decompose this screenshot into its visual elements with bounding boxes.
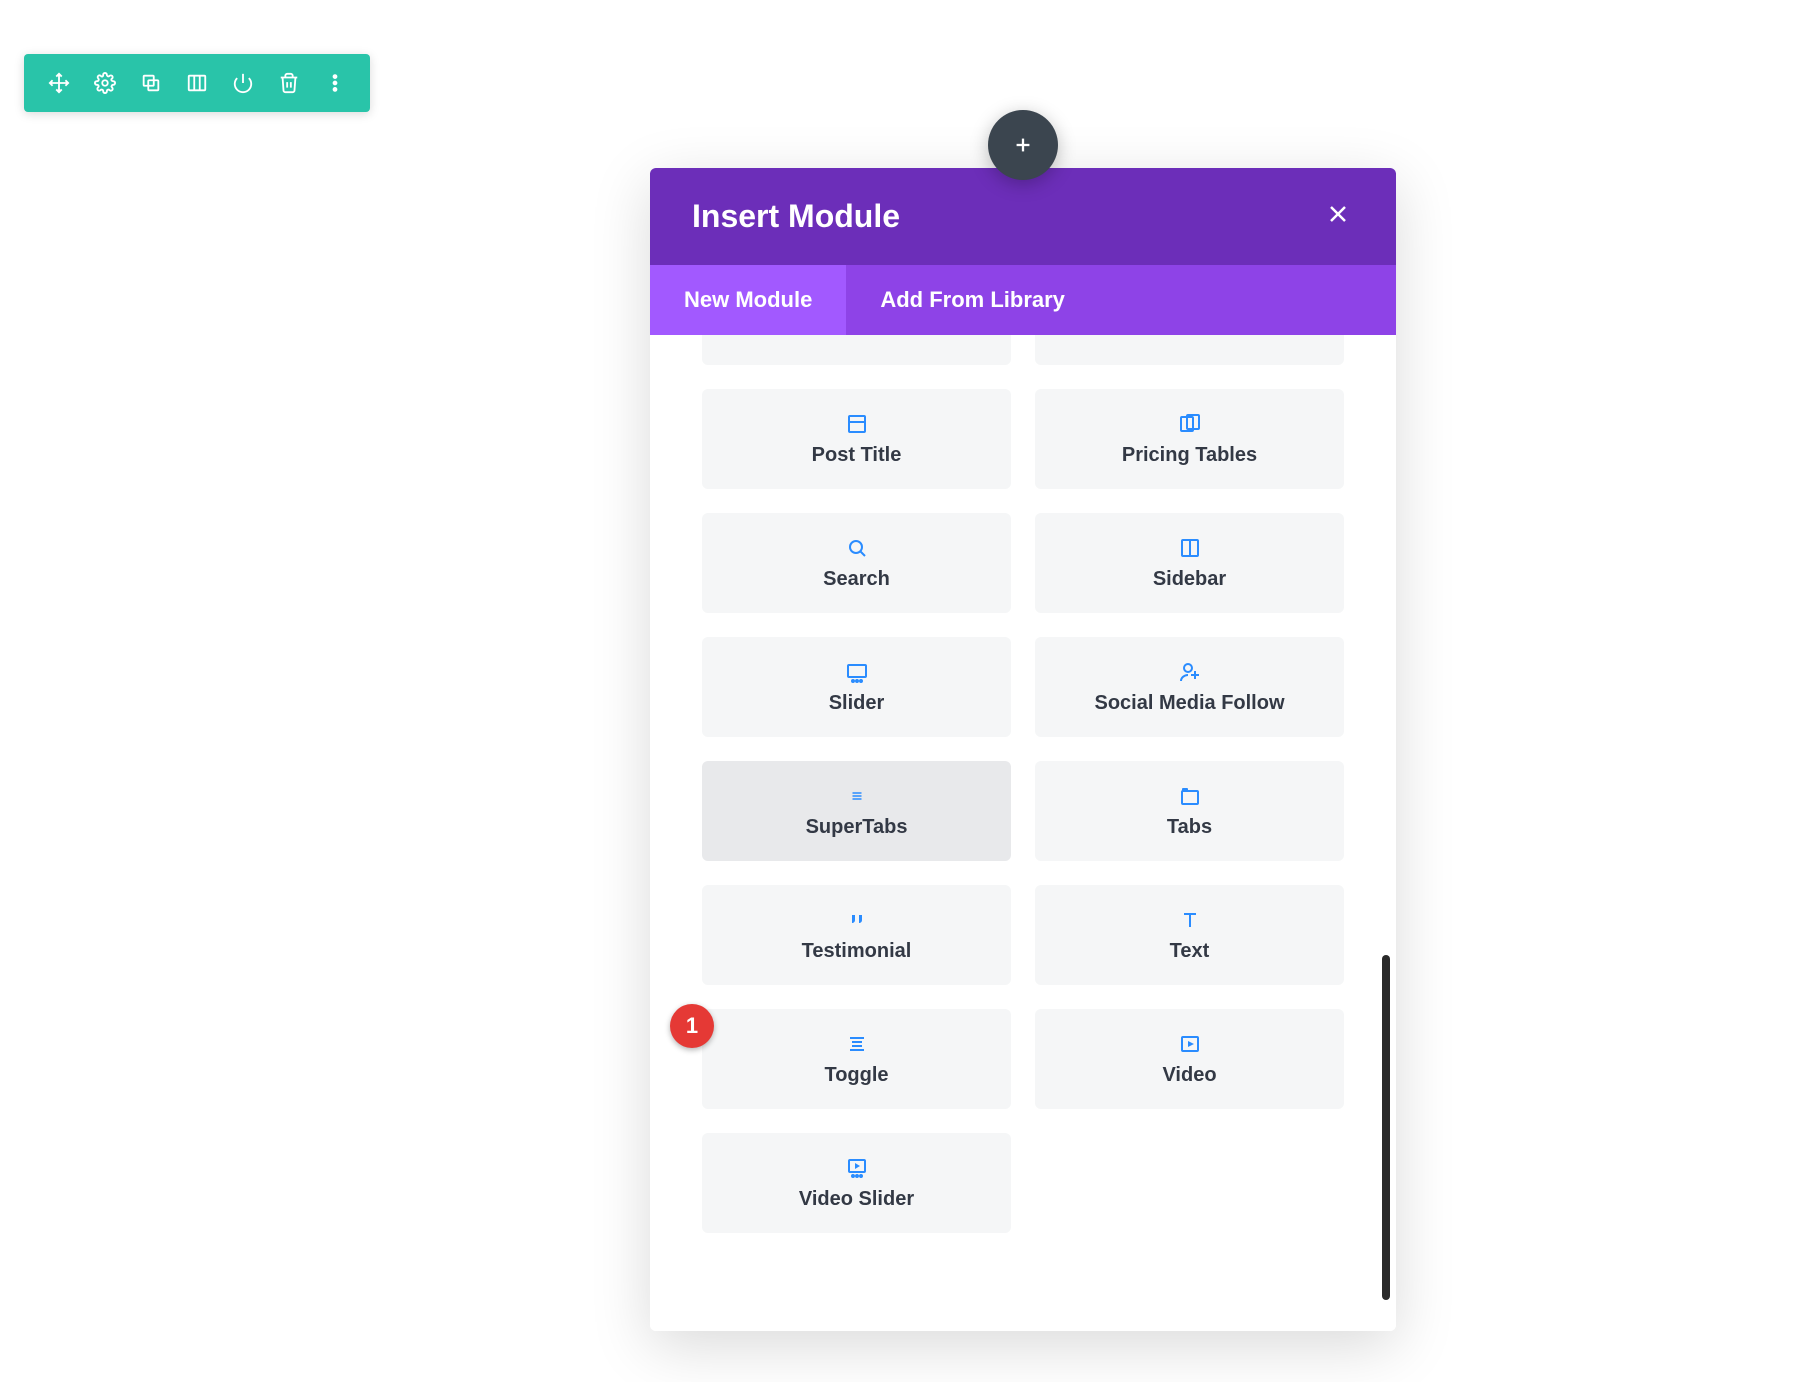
power-icon[interactable] (228, 68, 258, 98)
modal-body: Post Navigation Post Slider Post Title P… (650, 335, 1396, 1331)
insert-module-modal: Insert Module New Module Add From Librar… (650, 168, 1396, 1331)
social-follow-icon (1178, 660, 1202, 684)
module-post-navigation[interactable]: Post Navigation (702, 335, 1011, 365)
gear-icon[interactable] (90, 68, 120, 98)
tab-new-module[interactable]: New Module (650, 265, 846, 335)
module-testimonial[interactable]: Testimonial (702, 885, 1011, 985)
modal-title: Insert Module (692, 198, 900, 235)
move-icon[interactable] (44, 68, 74, 98)
module-label: Pricing Tables (1122, 444, 1257, 467)
module-label: Video Slider (799, 1188, 914, 1211)
module-label: Post Title (812, 444, 902, 467)
module-grid: Post Navigation Post Slider Post Title P… (650, 335, 1396, 1263)
tab-add-from-library[interactable]: Add From Library (846, 265, 1099, 335)
testimonial-icon (845, 908, 869, 932)
module-pricing-tables[interactable]: Pricing Tables (1035, 389, 1344, 489)
close-icon[interactable] (1322, 198, 1354, 235)
module-label: Testimonial (802, 940, 912, 963)
module-post-title[interactable]: Post Title (702, 389, 1011, 489)
supertabs-icon (848, 784, 866, 808)
duplicate-icon[interactable] (136, 68, 166, 98)
module-toggle[interactable]: Toggle (702, 1009, 1011, 1109)
module-slider[interactable]: Slider (702, 637, 1011, 737)
module-label: Sidebar (1153, 568, 1226, 591)
module-label: Slider (829, 692, 885, 715)
module-label: Search (823, 568, 890, 591)
module-video-slider[interactable]: Video Slider (702, 1133, 1011, 1233)
section-toolbar (24, 54, 370, 112)
module-label: Toggle (824, 1064, 888, 1087)
video-icon (1178, 1032, 1202, 1056)
module-video[interactable]: Video (1035, 1009, 1344, 1109)
module-post-slider[interactable]: Post Slider (1035, 335, 1344, 365)
module-supertabs[interactable]: SuperTabs (702, 761, 1011, 861)
annotation-badge-1: 1 (670, 1004, 714, 1048)
columns-icon[interactable] (182, 68, 212, 98)
modal-tabs: New Module Add From Library (650, 265, 1396, 335)
module-text[interactable]: Text (1035, 885, 1344, 985)
toggle-icon (845, 1032, 869, 1056)
trash-icon[interactable] (274, 68, 304, 98)
add-module-button[interactable] (988, 110, 1058, 180)
post-title-icon (845, 412, 869, 436)
scrollbar-thumb[interactable] (1382, 955, 1390, 1300)
module-label: Text (1170, 940, 1210, 963)
tabs-icon (1178, 784, 1202, 808)
module-tabs[interactable]: Tabs (1035, 761, 1344, 861)
module-label: Social Media Follow (1094, 692, 1284, 715)
module-label: Video (1162, 1064, 1216, 1087)
module-label: SuperTabs (806, 816, 908, 839)
more-icon[interactable] (320, 68, 350, 98)
text-icon (1178, 908, 1202, 932)
modal-header: Insert Module (650, 168, 1396, 265)
pricing-tables-icon (1178, 412, 1202, 436)
slider-icon (845, 660, 869, 684)
search-icon (845, 536, 869, 560)
module-social-follow[interactable]: Social Media Follow (1035, 637, 1344, 737)
module-sidebar[interactable]: Sidebar (1035, 513, 1344, 613)
video-slider-icon (845, 1156, 869, 1180)
module-label: Tabs (1167, 816, 1212, 839)
sidebar-icon (1178, 536, 1202, 560)
module-search[interactable]: Search (702, 513, 1011, 613)
